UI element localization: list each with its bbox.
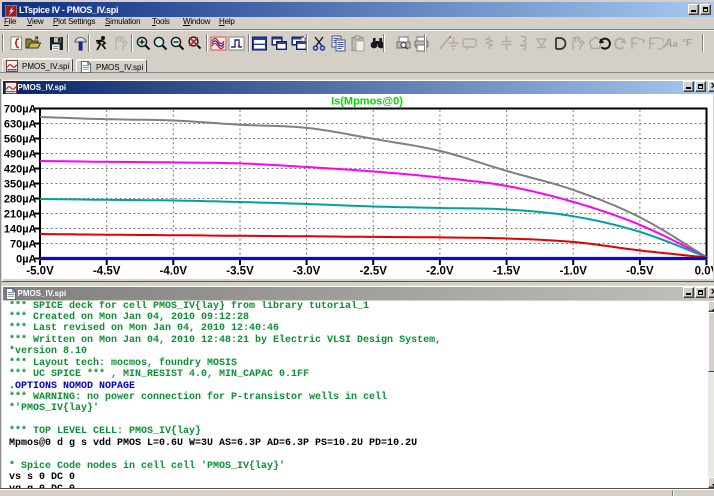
svg-text:-1.5V: -1.5V: [493, 266, 521, 278]
svg-text:-2.0V: -2.0V: [426, 266, 454, 278]
svg-text:-3.5V: -3.5V: [226, 266, 254, 278]
svg-text:70µA: 70µA: [10, 239, 37, 251]
svg-text:-3.0V: -3.0V: [293, 266, 321, 278]
svg-text:0µA: 0µA: [16, 254, 36, 266]
svg-text:-1.0V: -1.0V: [559, 266, 587, 278]
svg-text:350µA: 350µA: [4, 179, 37, 191]
svg-text:Is(Mpmos@0): Is(Mpmos@0): [331, 96, 403, 108]
svg-text:490µA: 490µA: [4, 149, 37, 161]
svg-text:630µA: 630µA: [4, 119, 37, 131]
svg-text:210µA: 210µA: [4, 209, 37, 221]
svg-text:560µA: 560µA: [4, 134, 37, 146]
svg-text:-0.5V: -0.5V: [626, 266, 654, 278]
svg-text:700µA: 700µA: [4, 104, 37, 116]
svg-text:-5.0V: -5.0V: [26, 266, 54, 278]
svg-text:-2.5V: -2.5V: [359, 266, 387, 278]
svg-text:-4.0V: -4.0V: [160, 266, 188, 278]
svg-text:0.0V: 0.0V: [695, 266, 713, 278]
svg-text:280µA: 280µA: [4, 194, 37, 206]
svg-text:-4.5V: -4.5V: [93, 266, 121, 278]
svg-text:140µA: 140µA: [4, 224, 37, 236]
svg-text:420µA: 420µA: [4, 164, 37, 176]
